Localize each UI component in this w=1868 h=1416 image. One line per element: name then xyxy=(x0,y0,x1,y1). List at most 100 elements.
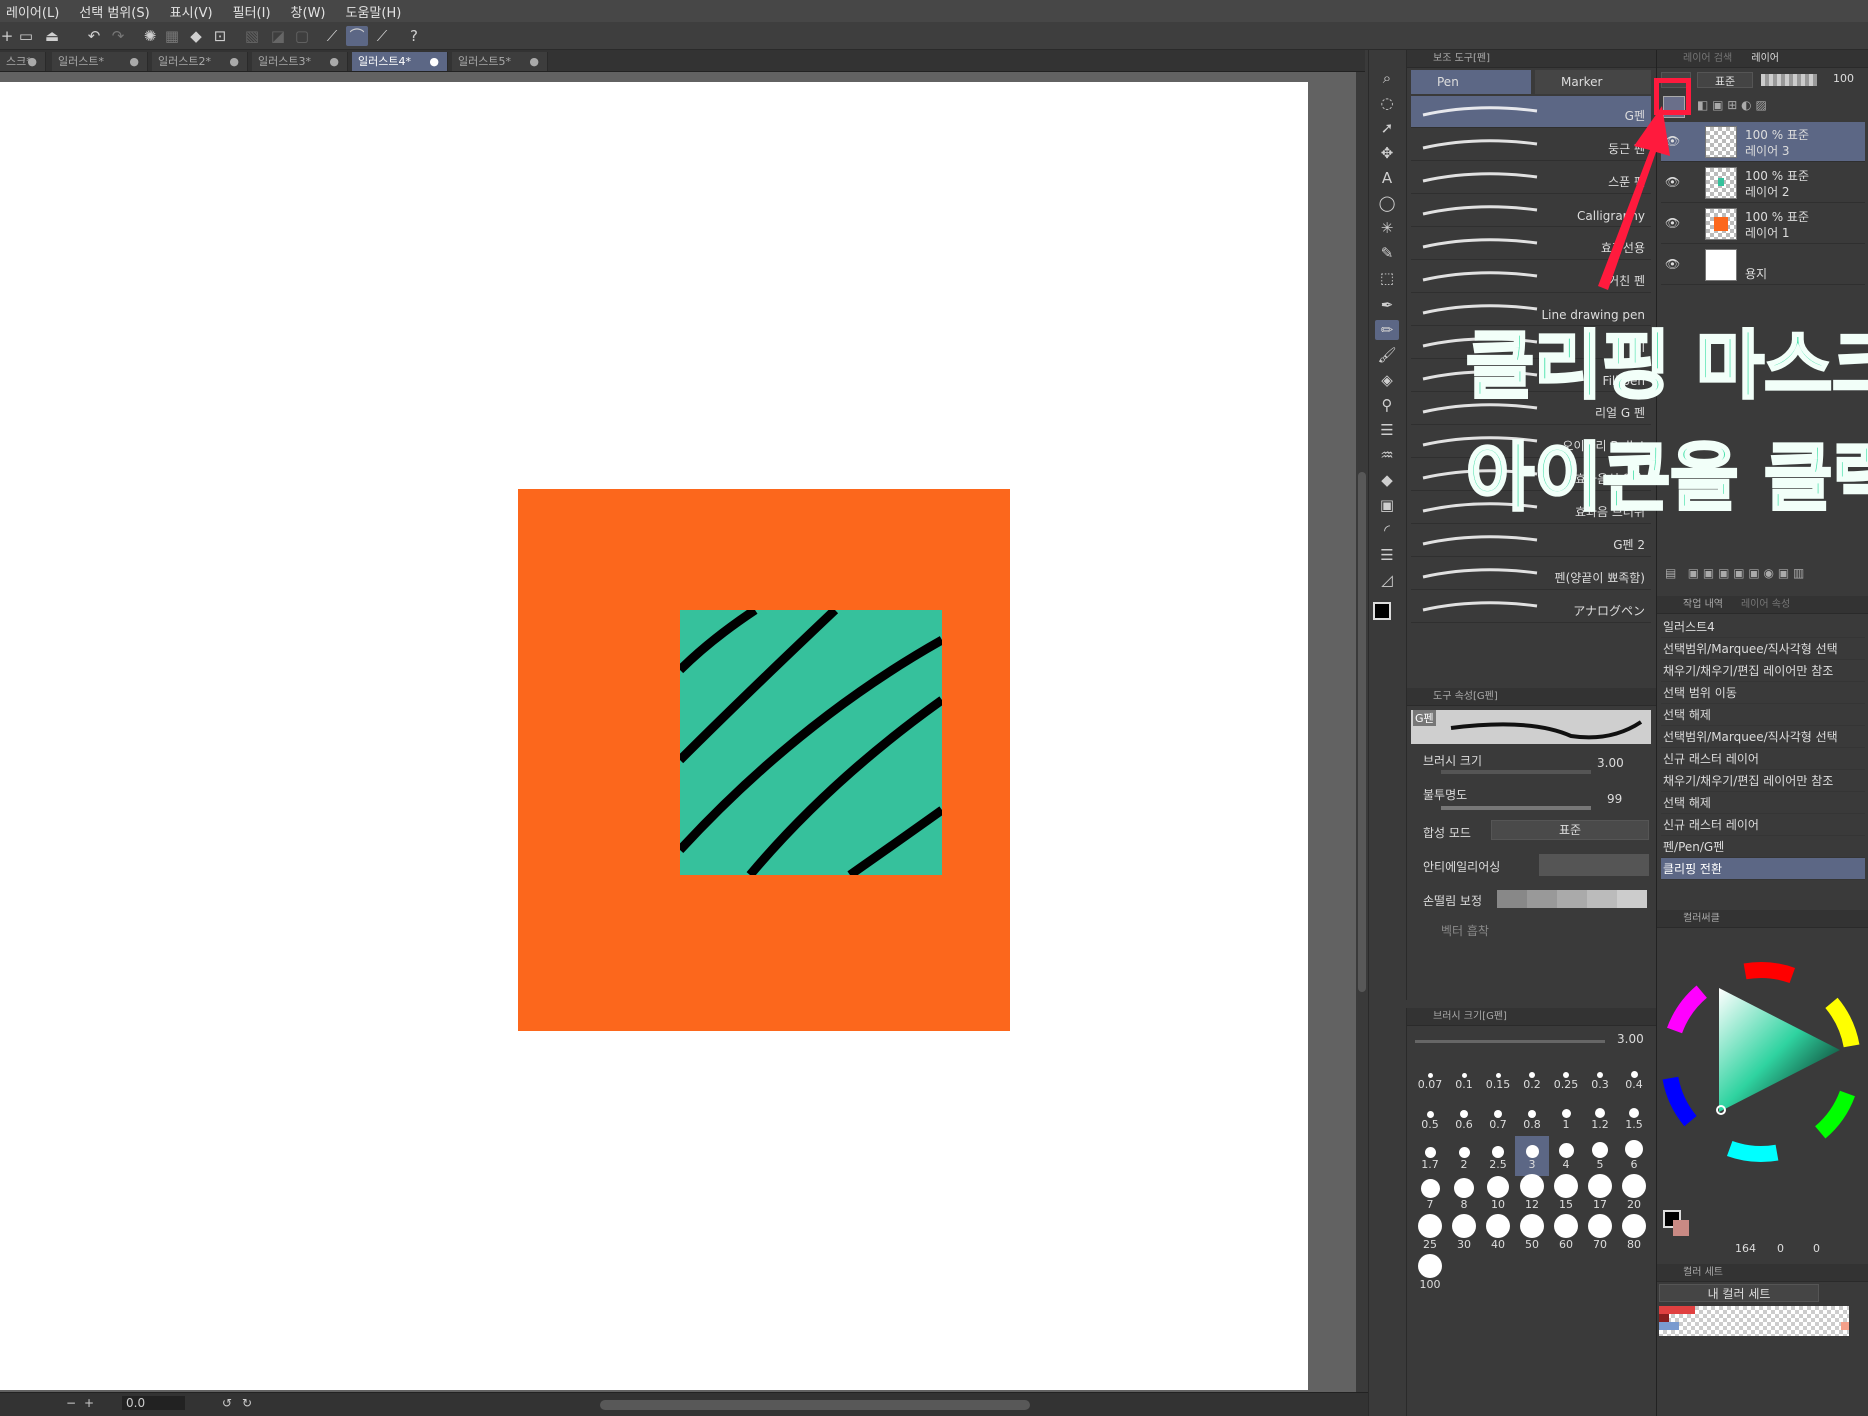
brush-size-cell[interactable]: 0.07 xyxy=(1413,1056,1447,1096)
tab-doc-5[interactable]: 일러스트5* ● xyxy=(452,52,548,71)
rotate-left-icon[interactable]: ↺ xyxy=(222,1396,232,1410)
open-folder-icon[interactable]: ▭ xyxy=(16,26,36,46)
blend-mode-select[interactable]: 표준 xyxy=(1491,820,1649,840)
menu-window[interactable]: 창(W) xyxy=(285,2,340,21)
layer-lock-icons[interactable]: ◧ ▣ ⊞ ◐ ▨ xyxy=(1697,98,1767,112)
figure-icon[interactable]: ◜ xyxy=(1375,520,1399,540)
pen-tool-icon[interactable]: ✒ xyxy=(1375,295,1399,315)
pen-ruler-icon[interactable]: ⟋ xyxy=(372,26,392,46)
undo-icon[interactable]: ↶ xyxy=(84,26,104,46)
move-tool-icon[interactable]: ✥ xyxy=(1375,143,1399,163)
history-title[interactable]: 작업 내역 xyxy=(1683,599,1723,610)
marquee-icon[interactable]: ⬚ xyxy=(1375,268,1399,288)
history-item[interactable]: 신규 래스터 레이어 xyxy=(1661,748,1865,770)
history-item[interactable]: 선택 해제 xyxy=(1661,792,1865,814)
zoom-value[interactable]: 0.0 xyxy=(122,1396,186,1410)
tab-doc-1[interactable]: 일러스트* ● xyxy=(52,52,148,71)
tab-doc-4[interactable]: 일러스트4* ● xyxy=(352,52,448,71)
brush-size-cell[interactable]: 6 xyxy=(1617,1136,1651,1176)
color-wheel[interactable] xyxy=(1657,932,1868,1192)
swatch-peach[interactable] xyxy=(1841,1322,1849,1330)
layer-row[interactable]: 👁 용지 xyxy=(1661,245,1865,285)
history-item[interactable]: 선택범위/Marquee/직사각형 선택 xyxy=(1661,638,1865,660)
brush-size-cell[interactable]: 0.3 xyxy=(1583,1056,1617,1096)
bucket-icon[interactable]: ◆ xyxy=(1375,470,1399,490)
gradient-icon[interactable]: ▣ xyxy=(1375,495,1399,515)
brush-size-cell[interactable]: 2.5 xyxy=(1481,1136,1515,1176)
help-icon[interactable]: ? xyxy=(404,26,424,46)
brush-size-cell[interactable]: 40 xyxy=(1481,1214,1515,1256)
brush-item[interactable]: 펜(양끝이 뾰족함) xyxy=(1411,558,1651,590)
swatch-darkred[interactable] xyxy=(1659,1314,1669,1322)
tab-layer[interactable]: 레이어 xyxy=(1751,53,1779,64)
close-dot-icon[interactable]: ● xyxy=(329,52,339,71)
ruler-tool-icon[interactable]: ◿ xyxy=(1375,570,1399,590)
brush-size-cell[interactable]: 12 xyxy=(1515,1174,1549,1216)
swatch-red[interactable] xyxy=(1659,1306,1695,1314)
history-item[interactable]: 선택 범위 이동 xyxy=(1661,682,1865,704)
brush-size-panel-value[interactable]: 3.00 xyxy=(1617,1032,1644,1046)
history-item[interactable]: 채우기/채우기/편집 레이어만 참조 xyxy=(1661,770,1865,792)
brush-size-slider[interactable] xyxy=(1441,770,1591,774)
menu-help[interactable]: 도움말(H) xyxy=(340,2,416,21)
menu-layer[interactable]: 레이어(L) xyxy=(0,2,73,21)
close-dot-icon[interactable]: ● xyxy=(129,52,139,71)
zoom-in-icon[interactable]: + xyxy=(84,1396,94,1410)
rotate-right-icon[interactable]: ↻ xyxy=(242,1396,252,1410)
brush-size-cell[interactable]: 0.6 xyxy=(1447,1096,1481,1136)
brush-tool-icon[interactable]: 🖌 xyxy=(1375,345,1399,365)
brush-size-cell[interactable]: 0.5 xyxy=(1413,1096,1447,1136)
history-item[interactable]: 선택범위/Marquee/직사각형 선택 xyxy=(1661,726,1865,748)
brush-size-value[interactable]: 3.00 xyxy=(1597,756,1624,770)
frame-icon[interactable]: ☰ xyxy=(1375,545,1399,565)
brush-size-cell[interactable]: 60 xyxy=(1549,1214,1583,1256)
main-color-swatch[interactable] xyxy=(1373,602,1391,620)
canvas-area[interactable] xyxy=(0,72,1356,1392)
tab-pen[interactable]: Pen xyxy=(1411,70,1531,94)
brush-size-cell[interactable]: 4 xyxy=(1549,1136,1583,1176)
brush-size-cell[interactable]: 50 xyxy=(1515,1214,1549,1256)
color-sub-swatch[interactable] xyxy=(1673,1220,1689,1236)
opacity-value[interactable]: 99 xyxy=(1607,792,1622,806)
transform-icon[interactable]: ⊡ xyxy=(210,26,230,46)
new-file-icon[interactable]: + xyxy=(0,26,14,46)
blend-tool-icon[interactable]: ♒ xyxy=(1375,445,1399,465)
brush-size-cell[interactable]: 0.7 xyxy=(1481,1096,1515,1136)
layer-blend-select[interactable]: 표준 xyxy=(1697,72,1753,88)
menu-filter[interactable]: 필터(I) xyxy=(227,2,285,21)
history-item[interactable]: 선택 해제 xyxy=(1661,704,1865,726)
brush-size-cell[interactable]: 0.1 xyxy=(1447,1056,1481,1096)
horizontal-scroll-thumb[interactable] xyxy=(600,1400,1030,1410)
color-swatches[interactable] xyxy=(1659,1306,1849,1336)
pencil-tool-icon[interactable]: ✏ xyxy=(1375,320,1399,340)
snap-ruler-icon[interactable]: ◪ xyxy=(268,26,288,46)
stabilization-selector[interactable] xyxy=(1497,890,1647,908)
brush-size-cell[interactable]: 0.15 xyxy=(1481,1056,1515,1096)
eyedropper-icon[interactable]: ✎ xyxy=(1375,243,1399,263)
brush-size-cell[interactable]: 10 xyxy=(1481,1176,1515,1216)
menu-selection[interactable]: 선택 범위(S) xyxy=(73,2,163,21)
layer-opacity-slider[interactable] xyxy=(1761,74,1817,86)
color-set-select[interactable]: 내 컬러 세트 xyxy=(1659,1284,1819,1302)
layer-row[interactable]: 👁 100 % 표준 레이어 1 xyxy=(1661,204,1865,244)
brush-size-cell[interactable]: 20 xyxy=(1617,1174,1651,1216)
brush-size-cell[interactable]: 3 xyxy=(1515,1136,1549,1176)
brush-size-cell[interactable]: 0.25 xyxy=(1549,1056,1583,1096)
redo-icon[interactable]: ↷ xyxy=(108,26,128,46)
history-item[interactable]: 클리핑 전환 xyxy=(1661,858,1865,880)
brush-size-cell[interactable]: 7 xyxy=(1413,1176,1447,1216)
decoration-icon[interactable]: ☰ xyxy=(1375,420,1399,440)
history-item[interactable]: 신규 래스터 레이어 xyxy=(1661,814,1865,836)
close-dot-icon[interactable]: ● xyxy=(529,52,539,71)
close-dot-icon[interactable]: ● xyxy=(229,52,239,71)
brush-size-cell[interactable]: 0.4 xyxy=(1617,1056,1651,1096)
tab-layer-search[interactable]: 레이어 검색 xyxy=(1683,53,1732,64)
swatch-blue[interactable] xyxy=(1659,1322,1679,1330)
brush-size-cell[interactable]: 80 xyxy=(1617,1214,1651,1256)
history-item[interactable]: 일러스트4 xyxy=(1661,616,1865,638)
layer-row[interactable]: 👁 100 % 표준 레이어 2 xyxy=(1661,163,1865,203)
layer-opacity-value[interactable]: 100 xyxy=(1833,72,1854,85)
object-tool-icon[interactable]: ➚ xyxy=(1375,118,1399,138)
brush-size-cell[interactable]: 1.2 xyxy=(1583,1096,1617,1136)
brush-size-cell[interactable]: 1 xyxy=(1549,1096,1583,1136)
